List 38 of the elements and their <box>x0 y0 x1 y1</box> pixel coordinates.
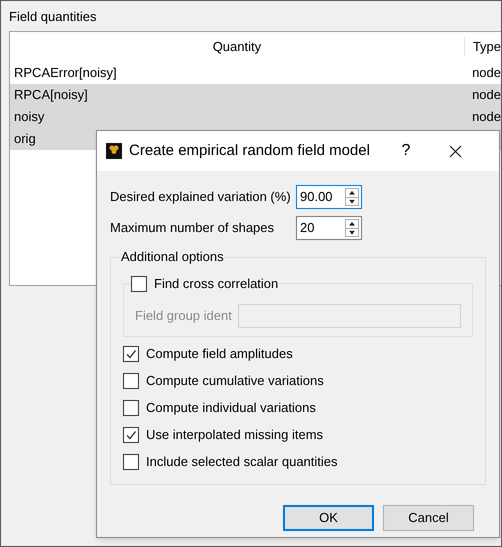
checkbox[interactable] <box>123 426 139 442</box>
input-field[interactable] <box>238 304 461 328</box>
table-row[interactable]: RPCA[noisy] node <box>10 84 501 106</box>
close-icon <box>449 144 462 158</box>
spin-field[interactable]: 90.00 <box>296 185 362 209</box>
field-label: Field group ident <box>135 307 233 326</box>
checkbox-label: Use interpolated missing items <box>146 426 324 444</box>
checkbox[interactable] <box>123 454 139 470</box>
dialog-button[interactable]: Cancel <box>383 505 474 531</box>
dialog-title: Create empirical random field model <box>129 140 370 161</box>
table-cell-text: noisy <box>13 108 46 126</box>
panel-title: Field quantities <box>8 8 98 26</box>
checkbox[interactable] <box>123 346 139 362</box>
checkbox-label: Find cross correlation <box>154 274 278 293</box>
app-logo-icon <box>106 143 122 159</box>
checkbox[interactable] <box>131 276 147 292</box>
field-label: Desired explained variation (%) <box>110 188 292 206</box>
table-cell-text: node <box>472 108 501 126</box>
field-label: Maximum number of shapes <box>110 219 276 238</box>
table-cell-text: orig <box>13 130 37 148</box>
checkbox[interactable] <box>123 400 139 416</box>
checkbox-label: Compute cumulative variations <box>146 372 324 390</box>
checkbox-label: Include selected scalar quantities <box>146 452 338 471</box>
table-cell-text: node <box>472 86 501 104</box>
checkmark-icon <box>125 348 137 360</box>
column-header[interactable]: Quantity <box>10 37 464 57</box>
checkbox-label: Compute field amplitudes <box>146 344 293 363</box>
dialog-button[interactable]: OK <box>283 505 374 531</box>
table-cell-text: RPCA[noisy] <box>13 86 89 104</box>
table-cell-text: RPCAError[noisy] <box>13 64 118 82</box>
checkbox-label: Compute individual variations <box>146 398 316 417</box>
spin-field[interactable]: 20 <box>296 216 362 240</box>
column-header[interactable]: Type <box>464 37 501 57</box>
checkbox[interactable] <box>123 372 139 388</box>
help-button[interactable]: ? <box>390 139 421 163</box>
checkmark-icon <box>125 428 137 440</box>
table-row[interactable]: noisy node <box>10 106 501 128</box>
table-cell-text: node <box>472 64 501 82</box>
